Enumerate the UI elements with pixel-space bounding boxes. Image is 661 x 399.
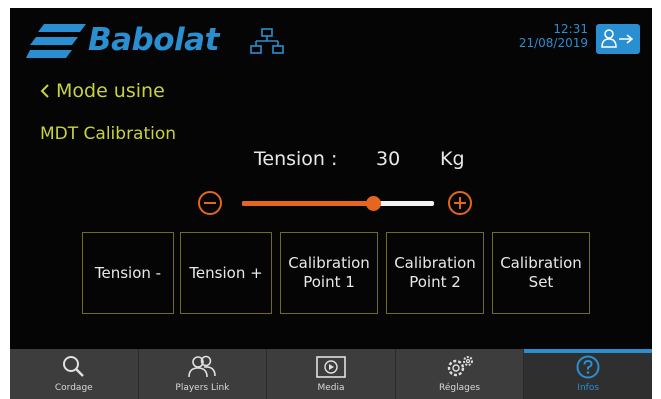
- plus-circle-icon[interactable]: [446, 189, 474, 217]
- button-label-line1: Calibration: [394, 254, 476, 272]
- tension-value: 30: [376, 148, 401, 170]
- gears-icon: [447, 356, 473, 377]
- tension-minus-button[interactable]: Tension -: [82, 232, 174, 314]
- clock-date: 21/08/2019: [518, 36, 588, 50]
- slider-track[interactable]: [242, 196, 434, 211]
- tension-plus-button[interactable]: Tension +: [180, 232, 272, 314]
- tab-label: Players Link: [175, 383, 230, 393]
- machine-screen: Babolat 12:31 21/08/2019 Mode usine MDT …: [10, 8, 652, 399]
- back-link[interactable]: Mode usine: [40, 80, 165, 102]
- brand-name: Babolat: [88, 22, 219, 58]
- magnifier-icon: [62, 356, 84, 377]
- tension-label: Tension :: [254, 148, 338, 170]
- button-label: Tension +: [189, 263, 263, 282]
- tab-players-link[interactable]: Players Link: [138, 349, 268, 399]
- back-link-label: Mode usine: [56, 80, 165, 102]
- chevron-left-icon: [40, 84, 49, 98]
- calibration-set-button[interactable]: Calibration Set: [492, 232, 590, 314]
- help-icon: [576, 355, 600, 379]
- players-icon: [188, 355, 217, 378]
- button-label: Tension -: [94, 263, 162, 282]
- button-label-line1: Calibration: [500, 254, 582, 272]
- slider-thumb[interactable]: [365, 196, 381, 211]
- network-icon: [250, 28, 284, 54]
- tab-reglages[interactable]: Réglages: [395, 349, 525, 399]
- tab-label: Infos: [577, 383, 600, 393]
- tab-label: Réglages: [439, 383, 481, 393]
- minus-circle-icon[interactable]: [196, 189, 224, 217]
- slider-fill: [242, 201, 373, 206]
- button-label-line1: Calibration: [288, 254, 370, 272]
- tab-label: Cordage: [54, 383, 93, 393]
- clock: 12:31 21/08/2019: [519, 22, 588, 50]
- tab-cordage[interactable]: Cordage: [10, 349, 139, 399]
- button-label-line2: Point 2: [409, 273, 461, 291]
- clock-time: 12:31: [553, 22, 588, 36]
- babolat-logo-icon: [26, 24, 86, 58]
- button-label-line2: Point 1: [303, 273, 355, 291]
- play-icon: [316, 356, 346, 378]
- logout-button[interactable]: [596, 24, 640, 54]
- tab-media[interactable]: Media: [267, 349, 396, 399]
- bottom-nav: Cordage Players Link Media Réglages Info…: [10, 349, 652, 399]
- tension-unit: Kg: [440, 148, 465, 170]
- user-logout-icon: [601, 29, 634, 48]
- tab-infos[interactable]: Infos: [524, 349, 652, 399]
- section-title: MDT Calibration: [40, 124, 177, 144]
- calibration-point-2-button[interactable]: Calibration Point 2: [386, 232, 484, 314]
- calibration-point-1-button[interactable]: Calibration Point 1: [280, 232, 378, 314]
- tension-slider: [196, 186, 474, 220]
- tab-label: Media: [317, 383, 345, 393]
- button-label-line2: Set: [528, 273, 554, 291]
